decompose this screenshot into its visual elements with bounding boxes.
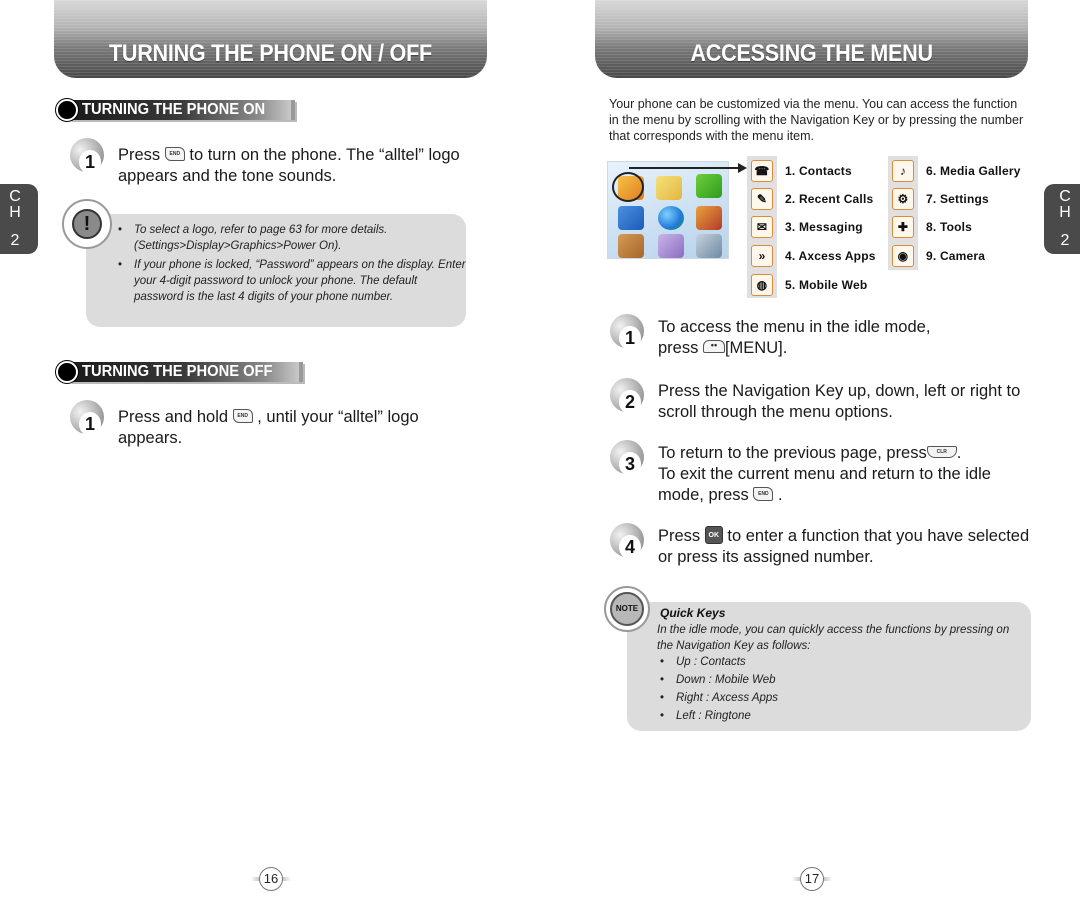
- page-title-left: TURNING THE PHONE ON / OFF: [109, 40, 432, 67]
- step-return: 3 To return to the previous page, press C…: [610, 440, 1030, 506]
- chapter-tab-right: C H 2: [1044, 184, 1080, 254]
- step-text: To return to the previous page, press: [658, 444, 927, 462]
- step-power-on: 1 Press END to turn on the phone. The “a…: [70, 138, 490, 187]
- step-number-badge: 1: [70, 138, 104, 174]
- section-title: TURNING THE PHONE ON: [82, 101, 266, 118]
- axcess-apps-icon: »: [751, 245, 773, 267]
- page-number-left: 16: [251, 867, 291, 891]
- settings-icon: ⚙: [892, 188, 914, 210]
- quick-keys-list: Up : Contacts Down : Mobile Web Right : …: [658, 654, 958, 726]
- section-header-phone-off: TURNING THE PHONE OFF: [56, 361, 304, 383]
- warning-item: To select a logo, refer to page 63 for m…: [116, 222, 466, 254]
- step-number-badge: 1: [610, 314, 644, 350]
- step-number-badge: 3: [610, 440, 644, 476]
- clear-key-icon: CLR: [926, 445, 957, 458]
- end-key-icon: END: [753, 486, 774, 501]
- menu-item-media-gallery: ♪ 6. Media Gallery: [892, 160, 1021, 182]
- page-header-right: ACCESSING THE MENU: [595, 0, 1028, 78]
- chapter-tab-left: C H 2: [0, 184, 38, 254]
- section-header-phone-on: TURNING THE PHONE ON: [56, 99, 296, 121]
- menu-item-contacts: ☎ 1. Contacts: [751, 160, 852, 182]
- arrow-right-icon: [738, 163, 747, 173]
- menu-item-settings: ⚙ 7. Settings: [892, 188, 989, 210]
- media-gallery-icon: ♪: [892, 160, 914, 182]
- quick-key-item: Left : Ringtone: [658, 708, 958, 724]
- settings-screen-icon: [618, 234, 644, 258]
- step-text: To access the menu in the idle mode,: [658, 318, 931, 336]
- selection-circle: [612, 172, 644, 202]
- chapter-number: 2: [1060, 232, 1070, 249]
- tools-icon: ✚: [892, 216, 914, 238]
- step-select: 4 Press OK to enter a function that you …: [610, 523, 1030, 568]
- pointer-arrow-line: [629, 167, 744, 169]
- step-number-badge: 1: [70, 400, 104, 436]
- step-text: Press and hold: [118, 408, 229, 426]
- step-access-menu: 1 To access the menu in the idle mode, p…: [610, 314, 1030, 359]
- step-text: To exit the current menu and return to t…: [658, 465, 991, 504]
- page-header-left: TURNING THE PHONE ON / OFF: [54, 0, 487, 78]
- recent-calls-screen-icon: [656, 176, 682, 200]
- page-title-right: ACCESSING THE MENU: [690, 40, 933, 67]
- ok-key-icon: OK: [704, 525, 723, 544]
- camera-icon: ◉: [892, 245, 914, 267]
- step-text: Press: [118, 146, 161, 164]
- messaging-screen-icon: [696, 174, 722, 198]
- end-key-icon: END: [164, 146, 185, 161]
- step-number-badge: 2: [610, 378, 644, 414]
- menu-key-icon: ••: [702, 340, 725, 354]
- mobile-web-screen-icon: [658, 206, 684, 230]
- chapter-letter: C: [9, 188, 21, 205]
- quick-key-item: Down : Mobile Web: [658, 672, 958, 688]
- messaging-icon: ✉: [751, 216, 773, 238]
- step-number-badge: 4: [610, 523, 644, 559]
- chapter-number: 2: [10, 232, 20, 249]
- step-text: Press the Navigation Key up, down, left …: [658, 382, 1021, 421]
- menu-item-camera: ◉ 9. Camera: [892, 245, 985, 267]
- warning-item: If your phone is locked, “Password” appe…: [116, 257, 466, 305]
- intro-paragraph: Your phone can be customized via the men…: [609, 97, 1024, 143]
- chapter-letter: C: [1059, 188, 1071, 205]
- section-bullet-icon: [56, 99, 78, 121]
- apps-screen-icon: [618, 206, 644, 230]
- menu-item-messaging: ✉ 3. Messaging: [751, 216, 863, 238]
- exclamation-icon: !: [62, 199, 112, 249]
- section-title: TURNING THE PHONE OFF: [82, 363, 273, 380]
- note-text: In the idle mode, you can quickly access…: [657, 624, 1010, 652]
- menu-item-tools: ✚ 8. Tools: [892, 216, 972, 238]
- menu-item-axcess-apps: » 4. Axcess Apps: [751, 245, 876, 267]
- step-power-off: 1 Press and hold END , until your “allte…: [70, 400, 470, 449]
- note-title: Quick Keys: [660, 606, 726, 620]
- warning-list: To select a logo, refer to page 63 for m…: [116, 222, 466, 308]
- quick-key-item: Up : Contacts: [658, 654, 958, 670]
- recent-calls-icon: ✎: [751, 188, 773, 210]
- step-text: press: [658, 339, 699, 357]
- page-number-right: 17: [792, 867, 832, 891]
- menu-item-recent-calls: ✎ 2. Recent Calls: [751, 188, 873, 210]
- media-gallery-screen-icon: [696, 206, 722, 230]
- mobile-web-icon: ◍: [751, 274, 773, 296]
- step-text: Press: [658, 527, 701, 545]
- quick-key-item: Right : Axcess Apps: [658, 690, 958, 706]
- camera-screen-icon: [696, 234, 722, 258]
- menu-item-mobile-web: ◍ 5. Mobile Web: [751, 274, 867, 296]
- note-icon: NOTE: [604, 586, 650, 632]
- tools-screen-icon: [658, 234, 684, 258]
- section-bullet-icon: [56, 361, 78, 383]
- end-key-icon: END: [232, 408, 253, 423]
- chapter-letter: H: [1059, 204, 1071, 221]
- step-text: [MENU].: [724, 339, 788, 357]
- chapter-letter: H: [9, 204, 21, 221]
- contacts-icon: ☎: [751, 160, 773, 182]
- step-navigate: 2 Press the Navigation Key up, down, lef…: [610, 378, 1030, 423]
